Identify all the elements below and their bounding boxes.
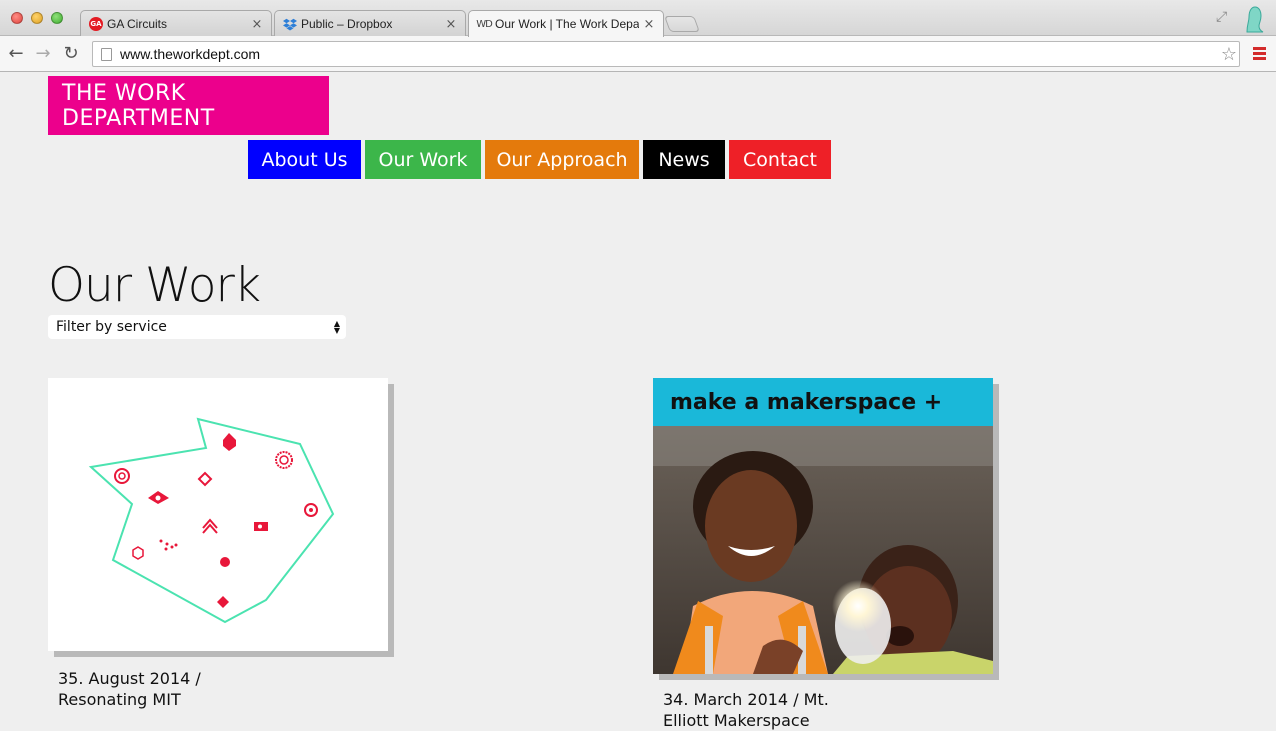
nav-about-us[interactable]: About Us <box>248 140 361 179</box>
page-icon <box>101 47 112 61</box>
filter-selected-value: Filter by service <box>56 319 167 335</box>
close-tab-icon[interactable]: × <box>643 17 655 32</box>
browser-toolbar: ← → ↻ www.theworkdept.com ☆ <box>0 36 1276 72</box>
profile-icon[interactable] <box>1243 4 1265 34</box>
tab-our-work[interactable]: WD Our Work | The Work Depa × <box>468 10 664 37</box>
dropbox-icon <box>283 17 297 31</box>
tab-title: Our Work | The Work Depa <box>495 17 639 31</box>
project-thumbnail[interactable]: make a makerspace + <box>653 378 993 674</box>
page-title: Our Work <box>48 258 261 313</box>
close-window-button[interactable] <box>11 12 23 24</box>
new-tab-button[interactable] <box>664 16 700 32</box>
main-nav: About Us Our Work Our Approach News Cont… <box>248 140 831 179</box>
nav-our-approach[interactable]: Our Approach <box>485 140 639 179</box>
bookmark-star-icon[interactable]: ☆ <box>1221 44 1237 65</box>
kids-photo <box>653 426 993 674</box>
url-text[interactable]: www.theworkdept.com <box>120 46 1221 62</box>
tab-title: Public – Dropbox <box>301 17 393 31</box>
close-tab-icon[interactable]: × <box>445 17 457 32</box>
close-tab-icon[interactable]: × <box>251 17 263 32</box>
nav-contact[interactable]: Contact <box>729 140 831 179</box>
nav-our-work[interactable]: Our Work <box>365 140 481 179</box>
tab-dropbox[interactable]: Public – Dropbox × <box>274 10 466 37</box>
zoom-window-button[interactable] <box>51 12 63 24</box>
browser-tab-strip: GA GA Circuits × Public – Dropbox × WD O… <box>0 0 1276 37</box>
ga-icon: GA <box>89 17 103 31</box>
page-content: THE WORK DEPARTMENT About Us Our Work Ou… <box>0 73 1276 731</box>
site-logo[interactable]: THE WORK DEPARTMENT <box>48 76 329 135</box>
select-arrows-icon: ▲ ▼ <box>333 319 341 335</box>
nav-news[interactable]: News <box>643 140 725 179</box>
tab-ga-circuits[interactable]: GA GA Circuits × <box>80 10 272 37</box>
minimize-window-button[interactable] <box>31 12 43 24</box>
wd-icon: WD <box>476 18 493 30</box>
forward-arrow-icon[interactable]: → <box>33 43 53 64</box>
makerspace-banner: make a makerspace + <box>653 378 993 426</box>
filter-by-service-select[interactable]: Filter by service ▲ ▼ <box>48 315 346 339</box>
project-thumbnail[interactable] <box>48 378 388 651</box>
tab-title: GA Circuits <box>107 17 168 31</box>
fullscreen-icon[interactable]: ⤢ <box>1216 9 1227 25</box>
address-bar[interactable]: www.theworkdept.com ☆ <box>92 41 1240 67</box>
project-caption[interactable]: 34. March 2014 / Mt. Elliott Makerspace <box>663 689 863 731</box>
project-caption[interactable]: 35. August 2014 / Resonating MIT <box>58 668 248 710</box>
reload-icon[interactable]: ↻ <box>61 43 81 64</box>
menu-icon[interactable] <box>1253 47 1266 60</box>
back-arrow-icon[interactable]: ← <box>6 43 26 64</box>
resonating-mit-graphic <box>88 417 335 624</box>
